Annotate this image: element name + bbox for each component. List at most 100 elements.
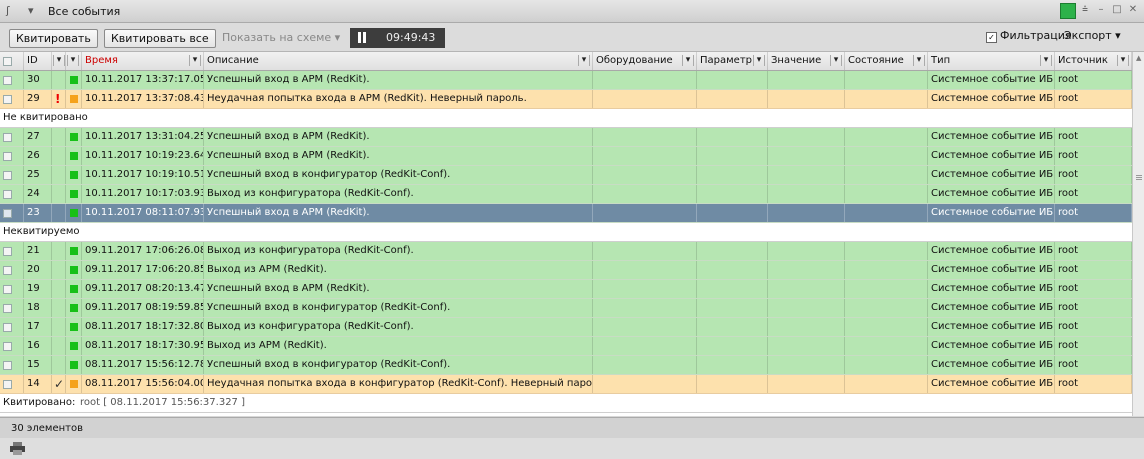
filter-icon[interactable]: ▾ [830,55,842,66]
filter-icon[interactable]: ▾ [189,55,201,66]
row-checkbox[interactable] [3,323,12,332]
row-select-cell [0,166,24,184]
row-checkbox[interactable] [3,247,12,256]
pin-icon[interactable]: ⩮ [1078,3,1092,17]
header-equipment[interactable]: Оборудование ▾ [593,52,697,70]
filter-checkbox[interactable]: ✓ [986,32,997,43]
table-row[interactable]: 16 08.11.2017 18:17:30.952 Выход из АРМ (R… [0,337,1132,356]
table-row[interactable]: 21 09.11.2017 17:06:26.087 Выход из конфиг… [0,242,1132,261]
row-checkbox[interactable] [3,380,12,389]
table-row[interactable]: 20 09.11.2017 17:06:20.858 Выход из АРМ (R… [0,261,1132,280]
row-checkbox[interactable] [3,76,12,85]
ack-all-button[interactable]: Квитировать все [104,29,216,48]
table-row[interactable]: 23 10.11.2017 08:11:07.937 Успешный вход в… [0,204,1132,223]
filter-icon[interactable]: ▾ [682,55,694,66]
table-row[interactable]: 15 08.11.2017 15:56:12.780 Успешный вход в… [0,356,1132,375]
cell-id: 29 [24,90,52,108]
row-checkbox[interactable] [3,266,12,275]
cell-value [768,147,845,165]
table-row[interactable]: 18 09.11.2017 08:19:59.858 Успешный вход в… [0,299,1132,318]
cell-state [845,280,928,298]
vertical-scrollbar[interactable]: ▲ [1132,52,1144,416]
cell-source: root [1055,356,1132,374]
table-row[interactable]: 30 10.11.2017 13:37:17.055 Успешный вход в… [0,71,1132,90]
scroll-up-icon[interactable]: ▲ [1136,54,1141,62]
row-checkbox[interactable] [3,285,12,294]
filter-icon[interactable]: ▾ [28,4,34,17]
ack-button[interactable]: Квитировать [9,29,98,48]
cell-desc: Успешный вход в конфигуратор (RedKit-Con… [204,166,593,184]
row-select-cell [0,185,24,203]
cell-equip [593,71,697,89]
header-mark-filter[interactable]: ▾ [52,52,66,70]
table-row[interactable]: 24 10.11.2017 10:17:03.936 Выход из конфиг… [0,185,1132,204]
maximize-icon[interactable]: □ [1110,3,1124,17]
status-indicator-icon [70,380,78,388]
row-checkbox[interactable] [3,95,12,104]
table-row[interactable]: 29! 10.11.2017 13:37:08.433 Неудачная попы… [0,90,1132,109]
cell-equip [593,337,697,355]
status-indicator-icon [70,133,78,141]
row-checkbox[interactable] [3,361,12,370]
close-icon[interactable]: ✕ [1126,3,1140,17]
pause-icon[interactable] [358,32,361,43]
status-indicator-icon [70,266,78,274]
cell-desc: Неудачная попытка входа в АРМ (RedKit). … [204,90,593,108]
row-checkbox[interactable] [3,342,12,351]
row-select-cell [0,261,24,279]
header-parameter[interactable]: Параметр ▾ [697,52,768,70]
cell-id: 30 [24,71,52,89]
filter-icon[interactable]: ▾ [67,55,79,66]
select-all-checkbox[interactable] [3,57,12,66]
printer-icon[interactable] [10,442,25,455]
header-id[interactable]: ID [24,52,52,70]
filter-toggle[interactable]: ✓ Фильтрация [986,29,1072,43]
show-on-scheme-button[interactable]: Показать на схеме ▾ [216,29,346,46]
header-value[interactable]: Значение ▾ [768,52,845,70]
minimize-icon[interactable]: – [1094,3,1108,17]
table-row[interactable]: 25 10.11.2017 10:19:10.512 Успешный вход в… [0,166,1132,185]
filter-icon[interactable]: ▾ [1117,55,1129,66]
row-checkbox[interactable] [3,209,12,218]
header-select-all[interactable] [0,52,24,70]
cell-id: 19 [24,280,52,298]
row-checkbox[interactable] [3,171,12,180]
group-row[interactable]: Неквитируемо [0,223,1132,242]
filter-icon[interactable]: ▾ [753,55,765,66]
header-time[interactable]: Время ▾ [82,52,204,70]
link-icon[interactable]: ʃ [6,4,10,17]
filter-icon[interactable]: ▾ [913,55,925,66]
filter-icon[interactable]: ▾ [1040,55,1052,66]
header-description[interactable]: Описание ▾ [204,52,593,70]
filter-icon[interactable]: ▾ [53,55,65,66]
row-select-cell [0,375,24,393]
cell-equip [593,242,697,260]
header-type[interactable]: Тип ▾ [928,52,1055,70]
status-cell [66,204,82,222]
group-row[interactable]: Не квитировано [0,109,1132,128]
table-row[interactable]: 17 08.11.2017 18:17:32.806 Выход из конфиг… [0,318,1132,337]
group-row[interactable]: Квитировано: root [ 08.11.2017 15:56:37.3… [0,394,1132,413]
row-checkbox[interactable] [3,190,12,199]
table-row[interactable]: 19 09.11.2017 08:20:13.473 Успешный вход в… [0,280,1132,299]
checkmark-icon: ✓ [54,377,65,391]
cell-id: 17 [24,318,52,336]
cell-time: 10.11.2017 13:31:04.252 [82,128,204,146]
header-state[interactable]: Состояние ▾ [845,52,928,70]
table-row[interactable]: 14 ✓ 08.11.2017 15:56:04.006 Неудачная попы… [0,375,1132,394]
cell-time: 08.11.2017 18:17:32.806 [82,318,204,336]
table-row[interactable]: 27 10.11.2017 13:31:04.252 Успешный вход в… [0,128,1132,147]
scroll-grip-icon[interactable] [1136,175,1142,176]
export-button[interactable]: Экспорт ▾ [1064,29,1121,42]
row-checkbox[interactable] [3,152,12,161]
header-source[interactable]: Источник ▾ [1055,52,1132,70]
green-square-icon[interactable] [1060,3,1076,19]
filter-icon[interactable]: ▾ [578,55,590,66]
row-checkbox[interactable] [3,133,12,142]
row-checkbox[interactable] [3,304,12,313]
cell-state [845,204,928,222]
header-status-filter[interactable]: ▾ [66,52,82,70]
cell-equip [593,166,697,184]
table-row[interactable]: 26 10.11.2017 10:19:23.645 Успешный вход в… [0,147,1132,166]
cell-value [768,185,845,203]
